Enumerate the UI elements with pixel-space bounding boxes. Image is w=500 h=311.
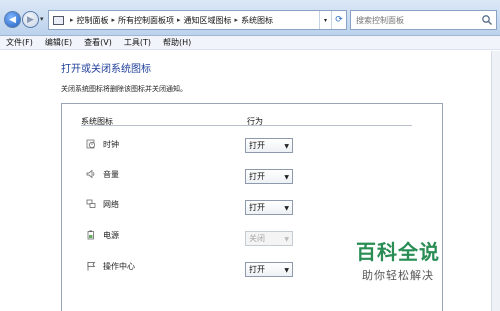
row-label-clock: 时钟 (103, 140, 119, 149)
back-button[interactable]: ◀ (4, 11, 21, 28)
breadcrumb-notification-icons[interactable]: 通知区域图标 (184, 15, 232, 26)
power-behavior-select: 关闭 ▼ (245, 231, 293, 246)
vertical-scrollbar[interactable] (491, 51, 500, 311)
breadcrumb-control-panel[interactable]: 控制面板 (77, 15, 109, 26)
menu-help[interactable]: 帮助(H) (163, 37, 191, 48)
chevron-down-icon: ▼ (284, 236, 289, 243)
page-title: 打开或关闭系统图标 (61, 64, 151, 75)
header-divider (81, 125, 412, 126)
control-panel-icon (53, 15, 64, 25)
menu-edit[interactable]: 编辑(E) (45, 37, 72, 48)
row-label-power: 电源 (103, 231, 119, 240)
watermark-title: 百科全说 (356, 240, 440, 264)
chevron-down-icon: ▼ (284, 174, 289, 181)
power-icon (87, 230, 94, 240)
network-behavior-select[interactable]: 打开 ▼ (245, 200, 293, 215)
forward-button[interactable]: ▶ (22, 11, 39, 28)
breadcrumb-all-items[interactable]: 所有控制面板项 (118, 15, 174, 26)
row-label-action-center: 操作中心 (103, 262, 135, 271)
volume-behavior-select[interactable]: 打开 ▼ (245, 169, 293, 184)
row-label-volume: 音量 (103, 170, 119, 179)
row-label-network: 网络 (103, 200, 119, 209)
chevron-down-icon: ▼ (284, 143, 289, 150)
action-center-behavior-select[interactable]: 打开 ▼ (245, 262, 293, 277)
recent-pages-chevron-icon[interactable]: ▾ (40, 15, 44, 23)
refresh-icon[interactable]: ⟳ (331, 11, 346, 29)
watermark: 百科全说 助你轻松解决 (356, 236, 440, 283)
clock-icon (86, 139, 95, 149)
search-box[interactable] (350, 10, 497, 30)
volume-icon (86, 169, 95, 179)
menu-file[interactable]: 文件(F) (6, 37, 33, 48)
network-icon (86, 199, 96, 208)
watermark-subtitle: 助你轻松解决 (362, 269, 434, 282)
search-input[interactable] (356, 15, 476, 25)
search-icon[interactable] (481, 14, 493, 26)
address-dropdown-icon[interactable]: ▾ (319, 11, 331, 29)
action-center-flag-icon (87, 262, 96, 271)
menu-view[interactable]: 查看(V) (84, 37, 112, 48)
menu-tools[interactable]: 工具(T) (124, 37, 151, 48)
menu-bar: 文件(F) 编辑(E) 查看(V) 工具(T) 帮助(H) (0, 36, 500, 50)
clock-behavior-select[interactable]: 打开 ▼ (245, 138, 293, 153)
address-bar[interactable]: ▸ 控制面板 ▸ 所有控制面板项 ▸ 通知区域图标 ▸ 系统图标 ▾ ⟳ (48, 10, 347, 30)
address-toolbar: ◀ ▶ ▾ ▸ 控制面板 ▸ 所有控制面板项 ▸ 通知区域图标 ▸ 系统图标 ▾… (0, 0, 500, 36)
breadcrumb-system-icons[interactable]: 系统图标 (241, 15, 273, 26)
chevron-down-icon: ▼ (284, 205, 289, 212)
chevron-down-icon: ▼ (284, 267, 289, 274)
page-description: 关闭系统图标将删除该图标并关闭通知。 (61, 85, 187, 93)
